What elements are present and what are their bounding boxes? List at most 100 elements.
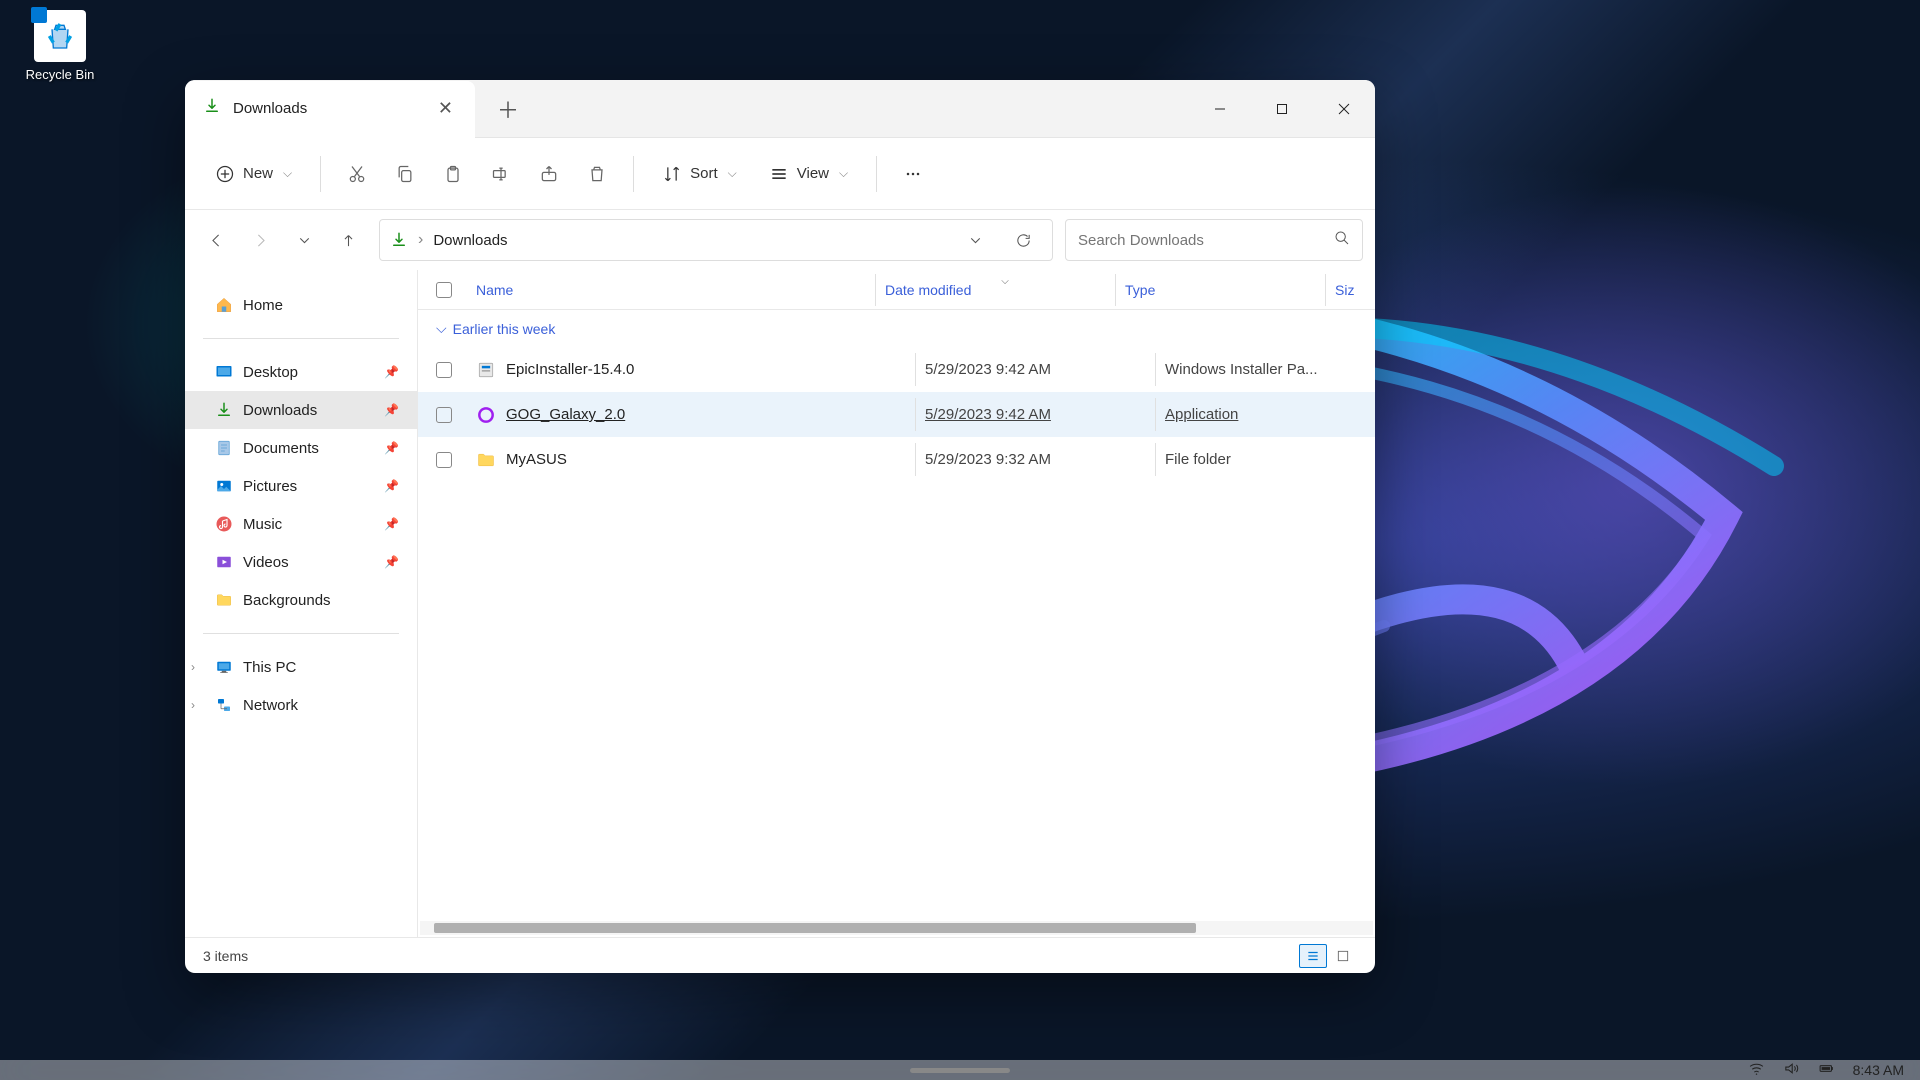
- file-list-area: Name Date modified⌵ Type Siz ⌵ Earlier t…: [418, 270, 1375, 937]
- sidebar-item-home[interactable]: Home: [185, 286, 417, 324]
- maximize-button[interactable]: [1251, 80, 1313, 138]
- file-date: 5/29/2023 9:42 AM: [925, 406, 1165, 423]
- titlebar[interactable]: Downloads ✕ ＋: [185, 80, 1375, 138]
- sidebar: Home Desktop 📌 Downloads 📌 Documents: [185, 270, 418, 937]
- select-all-checkbox[interactable]: [436, 282, 452, 298]
- view-button[interactable]: View ⌵: [757, 156, 860, 192]
- status-bar: 3 items: [185, 937, 1375, 973]
- installer-icon: [476, 360, 496, 380]
- wifi-icon[interactable]: [1748, 1060, 1765, 1080]
- file-explorer-window: Downloads ✕ ＋ New ⌵ Sort ⌵ View: [185, 80, 1375, 973]
- taskbar[interactable]: 8:43 AM: [0, 1060, 1920, 1080]
- battery-icon[interactable]: [1818, 1060, 1835, 1080]
- refresh-button[interactable]: [1004, 221, 1042, 259]
- file-type: Application: [1165, 406, 1375, 423]
- system-tray[interactable]: 8:43 AM: [1748, 1060, 1904, 1080]
- back-button[interactable]: [197, 221, 235, 259]
- forward-button[interactable]: [241, 221, 279, 259]
- sidebar-item-music[interactable]: Music 📌: [185, 505, 417, 543]
- search-icon: [1334, 230, 1350, 251]
- address-dropdown-button[interactable]: [956, 221, 994, 259]
- download-icon: [215, 401, 233, 419]
- column-type[interactable]: Type: [1125, 282, 1335, 298]
- recycle-bin-desktop-icon[interactable]: Recycle Bin: [15, 10, 105, 82]
- navigation-bar: › Downloads: [185, 210, 1375, 270]
- sidebar-item-downloads[interactable]: Downloads 📌: [185, 391, 417, 429]
- chevron-down-icon: ⌵: [283, 166, 292, 181]
- file-date: 5/29/2023 9:42 AM: [925, 361, 1165, 378]
- volume-icon[interactable]: [1783, 1060, 1800, 1080]
- up-button[interactable]: [329, 221, 367, 259]
- music-icon: [215, 515, 233, 533]
- clock[interactable]: 8:43 AM: [1853, 1062, 1904, 1078]
- sidebar-item-this-pc[interactable]: › This PC: [185, 648, 417, 686]
- toolbar: New ⌵ Sort ⌵ View ⌵: [185, 138, 1375, 210]
- pin-icon[interactable]: 📌: [384, 479, 399, 493]
- pictures-icon: [215, 477, 233, 495]
- pin-icon[interactable]: 📌: [384, 555, 399, 569]
- tab-close-button[interactable]: ✕: [434, 94, 457, 123]
- sidebar-item-network[interactable]: › Network: [185, 686, 417, 724]
- home-icon: [215, 296, 233, 314]
- pin-icon[interactable]: 📌: [384, 441, 399, 455]
- new-tab-button[interactable]: ＋: [475, 93, 541, 125]
- breadcrumb-separator: ›: [418, 231, 423, 249]
- new-button[interactable]: New ⌵: [203, 156, 304, 192]
- sidebar-item-pictures[interactable]: Pictures 📌: [185, 467, 417, 505]
- more-button[interactable]: [893, 154, 933, 194]
- delete-button[interactable]: [577, 154, 617, 194]
- sort-button[interactable]: Sort ⌵: [650, 156, 749, 192]
- file-name: GOG_Galaxy_2.0: [506, 406, 925, 423]
- close-button[interactable]: [1313, 80, 1375, 138]
- share-button[interactable]: [529, 154, 569, 194]
- download-icon: [203, 97, 221, 120]
- breadcrumb[interactable]: Downloads: [433, 232, 507, 249]
- folder-icon: [215, 591, 233, 609]
- paste-button[interactable]: [433, 154, 473, 194]
- rename-button[interactable]: [481, 154, 521, 194]
- chevron-right-icon[interactable]: ›: [191, 698, 195, 712]
- sidebar-item-desktop[interactable]: Desktop 📌: [185, 353, 417, 391]
- pin-icon[interactable]: 📌: [384, 403, 399, 417]
- file-row[interactable]: GOG_Galaxy_2.0 5/29/2023 9:42 AM Applica…: [418, 392, 1375, 437]
- pin-icon[interactable]: 📌: [384, 517, 399, 531]
- gog-icon: [476, 405, 496, 425]
- file-row[interactable]: MyASUS 5/29/2023 9:32 AM File folder: [418, 437, 1375, 482]
- file-date: 5/29/2023 9:32 AM: [925, 451, 1165, 468]
- column-size[interactable]: Siz: [1335, 282, 1375, 298]
- address-bar[interactable]: › Downloads: [379, 219, 1053, 261]
- recent-button[interactable]: [285, 221, 323, 259]
- sidebar-item-videos[interactable]: Videos 📌: [185, 543, 417, 581]
- copy-button[interactable]: [385, 154, 425, 194]
- column-name[interactable]: Name: [476, 282, 885, 298]
- sidebar-item-documents[interactable]: Documents 📌: [185, 429, 417, 467]
- chevron-right-icon[interactable]: ›: [191, 660, 195, 674]
- row-checkbox[interactable]: [436, 362, 452, 378]
- network-icon: [215, 696, 233, 714]
- column-headers: Name Date modified⌵ Type Siz: [418, 270, 1375, 310]
- recycle-bin-label: Recycle Bin: [15, 67, 105, 82]
- tab-title: Downloads: [233, 100, 307, 117]
- file-row[interactable]: EpicInstaller-15.4.0 5/29/2023 9:42 AM W…: [418, 347, 1375, 392]
- pin-icon[interactable]: 📌: [384, 365, 399, 379]
- file-name: EpicInstaller-15.4.0: [506, 361, 925, 378]
- sort-indicator-icon: ⌵: [1001, 276, 1009, 287]
- download-icon: [390, 231, 408, 249]
- column-date[interactable]: Date modified⌵: [885, 282, 1125, 298]
- minimize-button[interactable]: [1189, 80, 1251, 138]
- tab-downloads[interactable]: Downloads ✕: [185, 81, 475, 138]
- chevron-down-icon: ⌵: [436, 320, 447, 337]
- row-checkbox[interactable]: [436, 407, 452, 423]
- search-box[interactable]: [1065, 219, 1363, 261]
- search-input[interactable]: [1078, 232, 1334, 249]
- thumbnails-view-button[interactable]: [1329, 944, 1357, 968]
- item-count: 3 items: [203, 948, 248, 964]
- group-header[interactable]: ⌵ Earlier this week: [418, 310, 1375, 347]
- desktop-icon: [215, 363, 233, 381]
- chevron-down-icon: ⌵: [728, 166, 737, 181]
- sidebar-item-backgrounds[interactable]: Backgrounds: [185, 581, 417, 619]
- horizontal-scrollbar[interactable]: [420, 921, 1373, 935]
- row-checkbox[interactable]: [436, 452, 452, 468]
- cut-button[interactable]: [337, 154, 377, 194]
- details-view-button[interactable]: [1299, 944, 1327, 968]
